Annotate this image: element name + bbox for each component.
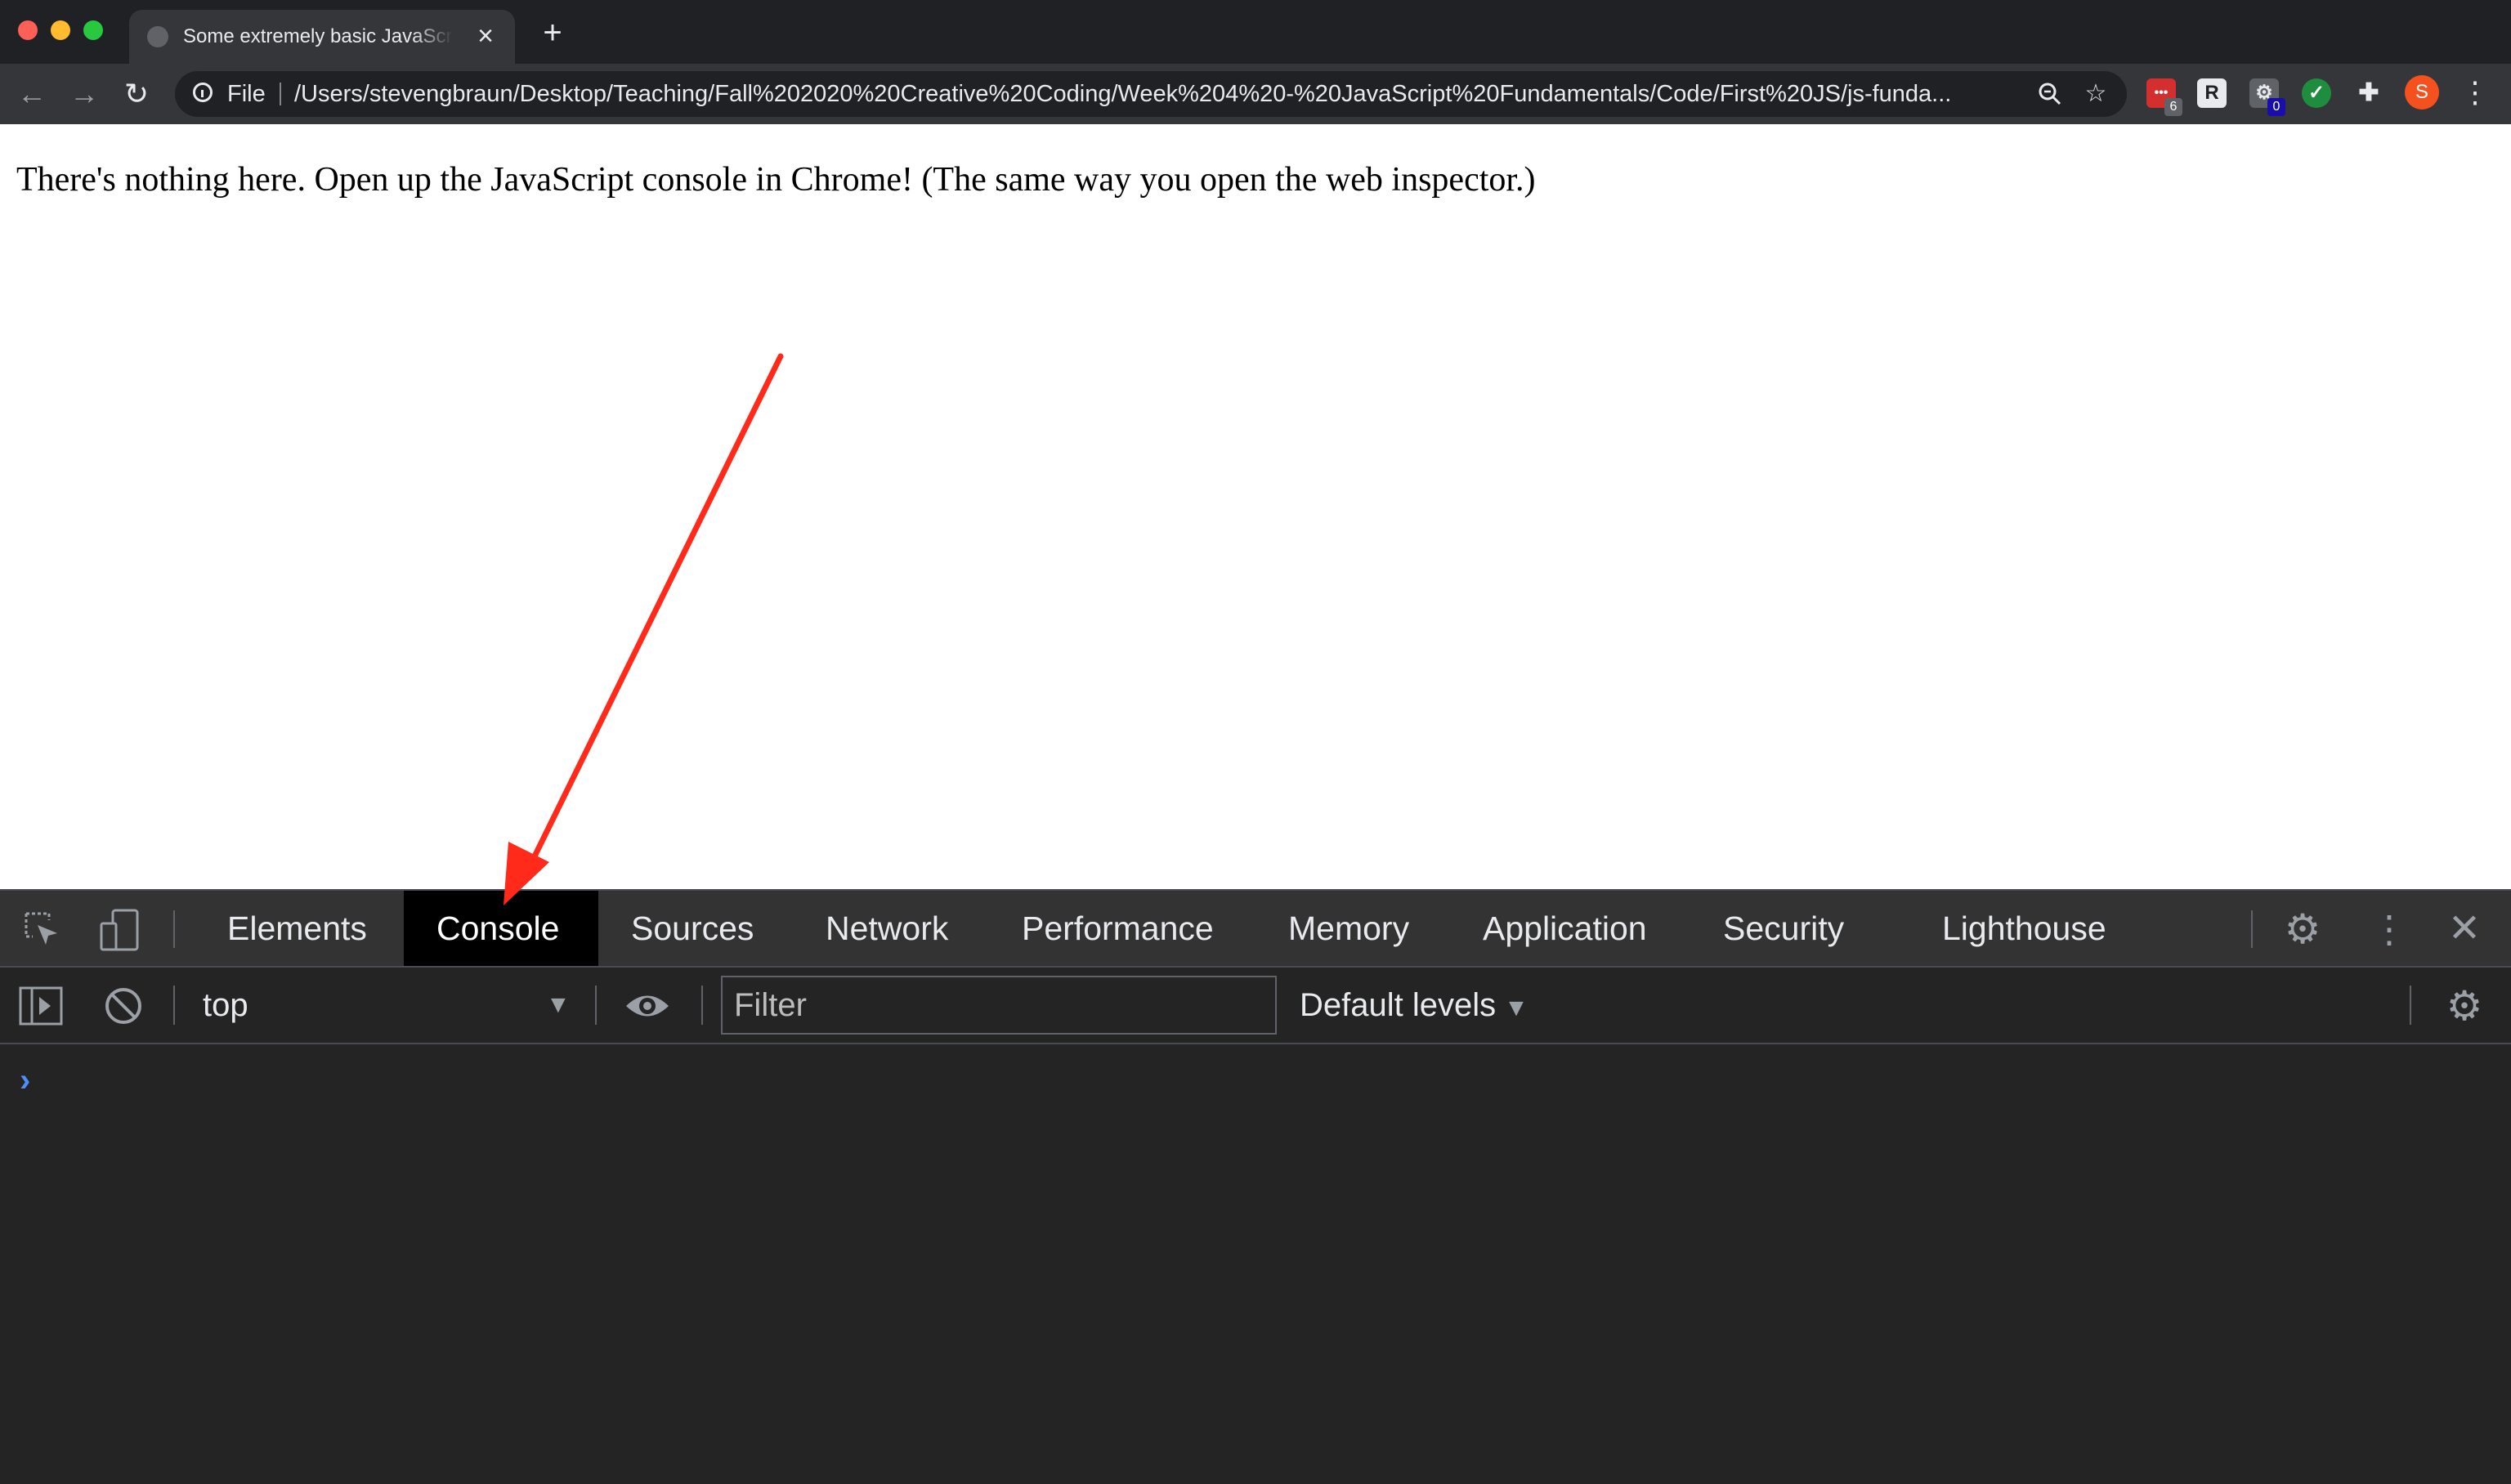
devtools-close-icon[interactable]: ✕ bbox=[2442, 907, 2486, 951]
puzzle-extensions-icon[interactable]: ✚ bbox=[2354, 78, 2383, 108]
tab-application[interactable]: Application bbox=[1450, 891, 1680, 966]
show-sidebar-icon[interactable] bbox=[18, 986, 64, 1026]
console-toolbar-divider bbox=[2410, 986, 2411, 1025]
reload-icon[interactable]: ↻ bbox=[118, 75, 155, 113]
globe-icon bbox=[147, 26, 168, 47]
tab-close-icon[interactable]: × bbox=[471, 21, 500, 51]
zoom-icon[interactable] bbox=[2034, 78, 2066, 110]
browser-title-bar: Some extremely basic JavaScript × + bbox=[0, 0, 2511, 64]
clear-console-icon[interactable] bbox=[103, 986, 144, 1026]
page-content: There's nothing here. Open up the JavaSc… bbox=[0, 124, 2511, 889]
new-tab-button[interactable]: + bbox=[536, 16, 569, 49]
inspect-element-icon[interactable] bbox=[21, 909, 62, 950]
devtools-divider bbox=[2251, 910, 2253, 948]
context-dropdown-arrow-icon[interactable]: ▼ bbox=[546, 981, 571, 1030]
console-toolbar: top ▼ Default levels ▼ ⚙ bbox=[0, 968, 2511, 1044]
tab-console[interactable]: Console bbox=[404, 891, 598, 966]
r-extension-icon[interactable]: R bbox=[2197, 78, 2227, 108]
close-window-button[interactable] bbox=[18, 20, 38, 40]
tab-sources[interactable]: Sources bbox=[598, 891, 786, 966]
browser-tab[interactable]: Some extremely basic JavaScript × bbox=[129, 10, 515, 64]
minimize-window-button[interactable] bbox=[51, 20, 70, 40]
devtools-divider bbox=[173, 910, 175, 948]
info-icon[interactable] bbox=[193, 83, 213, 102]
device-toolbar-icon[interactable] bbox=[98, 907, 144, 953]
forward-arrow-icon[interactable]: → bbox=[65, 75, 103, 113]
url-text[interactable]: /Users/stevengbraun/Desktop/Teaching/Fal… bbox=[294, 71, 1978, 117]
console-toolbar-divider bbox=[173, 986, 175, 1025]
page-instruction-text: There's nothing here. Open up the JavaSc… bbox=[16, 161, 1536, 199]
tab-memory[interactable]: Memory bbox=[1256, 891, 1442, 966]
log-levels-label: Default levels bbox=[1300, 987, 1497, 1023]
url-separator bbox=[280, 83, 281, 105]
url-scheme-label: File bbox=[227, 81, 266, 107]
console-prompt-icon[interactable]: › bbox=[20, 1062, 30, 1099]
devtools-tab-bar: Elements Console Sources Network Perform… bbox=[0, 891, 2511, 968]
profile-avatar[interactable]: S bbox=[2405, 75, 2439, 110]
gear-extension-icon[interactable]: ⚙ 0 bbox=[2249, 78, 2285, 116]
devtools-panel: Elements Console Sources Network Perform… bbox=[0, 889, 2511, 1484]
levels-dropdown-arrow-icon: ▼ bbox=[1504, 995, 1529, 1021]
devtools-more-options-icon[interactable]: ⋮ bbox=[2370, 907, 2408, 951]
tab-lighthouse[interactable]: Lighthouse bbox=[1909, 891, 2139, 966]
live-expression-eye-icon[interactable] bbox=[623, 986, 672, 1026]
maximize-window-button[interactable] bbox=[83, 20, 103, 40]
r-extension-glyph: R bbox=[2204, 82, 2219, 104]
tab-elements[interactable]: Elements bbox=[195, 891, 400, 966]
tab-security[interactable]: Security bbox=[1690, 891, 1877, 966]
console-toolbar-divider bbox=[595, 986, 597, 1025]
console-filter-input[interactable] bbox=[721, 976, 1277, 1035]
gear-extension-badge: 0 bbox=[2267, 98, 2285, 116]
browser-menu-icon[interactable]: ⋮ bbox=[2460, 75, 2490, 110]
console-toolbar-divider bbox=[701, 986, 703, 1025]
puzzle-glyph: ✚ bbox=[2358, 79, 2379, 106]
lastpass-badge: 6 bbox=[2164, 98, 2182, 116]
lastpass-extension-icon[interactable]: ••• 6 bbox=[2146, 78, 2182, 116]
browser-toolbar: ← → ↻ File /Users/stevengbraun/Desktop/T… bbox=[0, 64, 2511, 124]
console-settings-gear-icon[interactable]: ⚙ bbox=[2442, 984, 2486, 1028]
tab-performance[interactable]: Performance bbox=[989, 891, 1247, 966]
tab-network[interactable]: Network bbox=[793, 891, 981, 966]
bookmark-star-icon[interactable]: ☆ bbox=[2079, 78, 2112, 110]
back-arrow-icon[interactable]: ← bbox=[13, 75, 51, 113]
address-bar[interactable]: File /Users/stevengbraun/Desktop/Teachin… bbox=[175, 71, 2127, 117]
check-extension-glyph: ✓ bbox=[2307, 82, 2325, 104]
execution-context-select[interactable]: top bbox=[203, 981, 248, 1030]
tab-title: Some extremely basic JavaScript bbox=[183, 25, 453, 47]
check-extension-icon[interactable]: ✓ bbox=[2302, 78, 2331, 108]
devtools-settings-gear-icon[interactable]: ⚙ bbox=[2280, 907, 2325, 951]
log-levels-dropdown[interactable]: Default levels ▼ bbox=[1300, 981, 1529, 1030]
